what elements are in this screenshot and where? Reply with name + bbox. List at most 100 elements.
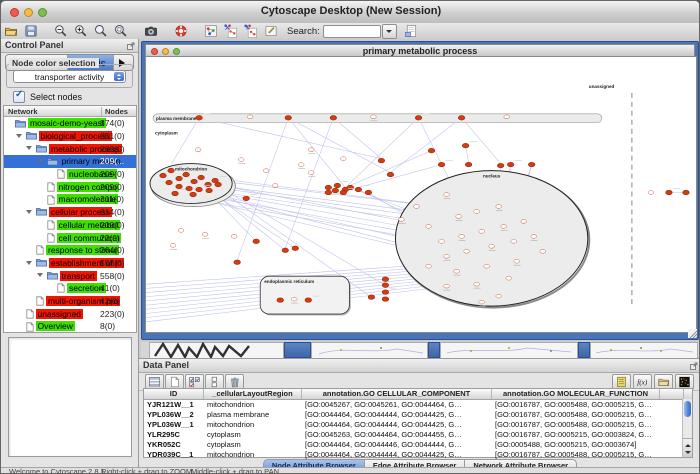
network-node[interactable]: [479, 300, 485, 304]
network-node[interactable]: [507, 162, 514, 167]
network-node[interactable]: [178, 228, 184, 232]
open-session-button[interactable]: [3, 24, 19, 39]
background-windows-strip[interactable]: [141, 342, 699, 358]
compartment-plasma-membrane[interactable]: [153, 114, 602, 123]
network-node[interactable]: [496, 205, 502, 209]
tree-row[interactable]: nucleobase-209(0): [4, 168, 136, 181]
network-node[interactable]: [196, 115, 203, 120]
cell-region[interactable]: mitochondrion: [204, 420, 302, 430]
cell-molecular-function[interactable]: [GO:0016787, GO:0005488, GO:0005215, G…: [492, 400, 660, 410]
network-node[interactable]: [496, 294, 502, 298]
scrollbar-buttons[interactable]: [683, 438, 692, 457]
network-node[interactable]: [325, 190, 332, 195]
cell-molecular-function[interactable]: [GO:0016787, GO:0005488, GO:0005215, G…: [492, 420, 660, 430]
network-node[interactable]: [202, 232, 208, 236]
tree-expand-icon[interactable]: [26, 261, 32, 268]
network-window[interactable]: primary metabolic process plasma membran…: [141, 41, 699, 340]
birds-eye-view[interactable]: [8, 337, 132, 457]
network-node[interactable]: [479, 229, 485, 233]
network-node[interactable]: [334, 183, 341, 188]
search-input[interactable]: [323, 25, 381, 38]
column-header[interactable]: ID: [144, 389, 204, 399]
tree-row[interactable]: nitrogen compo209(0): [4, 180, 136, 193]
network-node[interactable]: [504, 115, 510, 119]
network-node[interactable]: [170, 243, 176, 247]
network-node[interactable]: [462, 143, 469, 148]
network-node[interactable]: [382, 290, 389, 295]
snapshot-button[interactable]: [143, 24, 159, 39]
combo-stepper-icon[interactable]: [114, 72, 124, 81]
network-node[interactable]: [238, 158, 244, 162]
tree-row[interactable]: unassigned223(0): [4, 307, 136, 320]
network-node[interactable]: [458, 115, 465, 120]
cell-cellular-component[interactable]: [GO:0044464, GO:0044446, GO:0044444, G…: [302, 440, 492, 450]
save-session-button[interactable]: [23, 24, 39, 39]
network-node[interactable]: [272, 184, 278, 188]
tree-row[interactable]: cellular process614(0): [4, 206, 136, 219]
tree-row[interactable]: secretion41(0): [4, 282, 136, 295]
network-node[interactable]: [371, 115, 377, 119]
network-node[interactable]: [438, 162, 445, 167]
tree-row[interactable]: cellular metabol209(0): [4, 219, 136, 232]
network-node[interactable]: [456, 215, 462, 219]
network-node[interactable]: [347, 185, 354, 190]
network-node[interactable]: [330, 115, 337, 120]
network-node[interactable]: [186, 186, 193, 191]
layout-1-button[interactable]: [223, 24, 239, 39]
tree-row[interactable]: transport558(0): [4, 269, 136, 282]
network-node[interactable]: [368, 295, 375, 300]
tree-row[interactable]: metabolic process280(0): [4, 142, 136, 155]
tree-row[interactable]: mosaic-demo-yeast874(0): [4, 117, 136, 130]
network-node[interactable]: [308, 148, 314, 152]
network-node[interactable]: [387, 172, 394, 177]
tree-expand-icon[interactable]: [26, 146, 32, 153]
network-node[interactable]: [298, 163, 304, 167]
cell-molecular-function[interactable]: [GO:0005488, GO:0005215, GO:0003674]: [492, 440, 660, 450]
network-node[interactable]: [489, 244, 495, 248]
network-node[interactable]: [247, 115, 253, 119]
tree-expand-icon[interactable]: [37, 273, 43, 280]
cell-cellular-component[interactable]: [GO:0044464, GO:0044444, GO:0044425, G…: [302, 410, 492, 420]
window-titlebar[interactable]: Cytoscape Desktop (New Session): [1, 1, 700, 24]
search-dropdown-button[interactable]: [382, 24, 397, 39]
cell-molecular-function[interactable]: [GO:0016787, GO:0005215, GO:0003824, G…: [492, 430, 660, 440]
zoom-selected-button[interactable]: [113, 24, 129, 39]
network-node[interactable]: [382, 297, 389, 302]
network-node[interactable]: [243, 196, 250, 201]
compartment-nucleus[interactable]: [395, 171, 587, 307]
network-node[interactable]: [263, 169, 269, 173]
cell-cellular-component[interactable]: [GO:0045267, GO:0045261, GO:0044464, G…: [302, 400, 492, 410]
network-node[interactable]: [195, 148, 201, 152]
column-header[interactable]: _cellularLayoutRegion: [204, 389, 302, 399]
tree-expand-icon[interactable]: [26, 210, 32, 217]
cell-cellular-component[interactable]: [GO:0044464, GO:0044444, GO:0044425, G…: [302, 420, 492, 430]
network-node[interactable]: [277, 298, 284, 303]
table-row[interactable]: YPL036W__1mitochondrion[GO:0044464, GO:0…: [144, 420, 692, 430]
network-node[interactable]: [305, 298, 312, 303]
network-node[interactable]: [426, 224, 432, 228]
network-node[interactable]: [292, 246, 299, 251]
zoom-in-button[interactable]: [73, 24, 89, 39]
network-node[interactable]: [285, 115, 292, 120]
network-node[interactable]: [382, 277, 389, 282]
cell-region[interactable]: plasma membrane: [204, 410, 302, 420]
network-node[interactable]: [340, 190, 347, 195]
column-header[interactable]: annotation.GO MOLECULAR_FUNCTION: [492, 389, 660, 399]
zoom-fit-button[interactable]: [93, 24, 109, 39]
network-node[interactable]: [325, 185, 332, 190]
tree-row[interactable]: biological_process651(0): [4, 130, 136, 143]
network-overview-button[interactable]: [203, 24, 219, 39]
network-node[interactable]: [501, 224, 507, 228]
network-node[interactable]: [484, 264, 490, 268]
cell-region[interactable]: cytoplasm: [204, 430, 302, 440]
network-node[interactable]: [444, 193, 450, 197]
network-node[interactable]: [308, 171, 314, 175]
table-row[interactable]: YPL036W__2plasma membrane[GO:0044464, GO…: [144, 410, 692, 420]
network-node[interactable]: [341, 157, 347, 161]
tree-row[interactable]: macromolecule311(0): [4, 193, 136, 206]
network-node[interactable]: [528, 162, 535, 167]
network-node[interactable]: [439, 239, 445, 243]
network-node[interactable]: [212, 178, 219, 183]
cell-region[interactable]: mitochondrion: [204, 400, 302, 410]
annotation-button[interactable]: [263, 24, 279, 39]
